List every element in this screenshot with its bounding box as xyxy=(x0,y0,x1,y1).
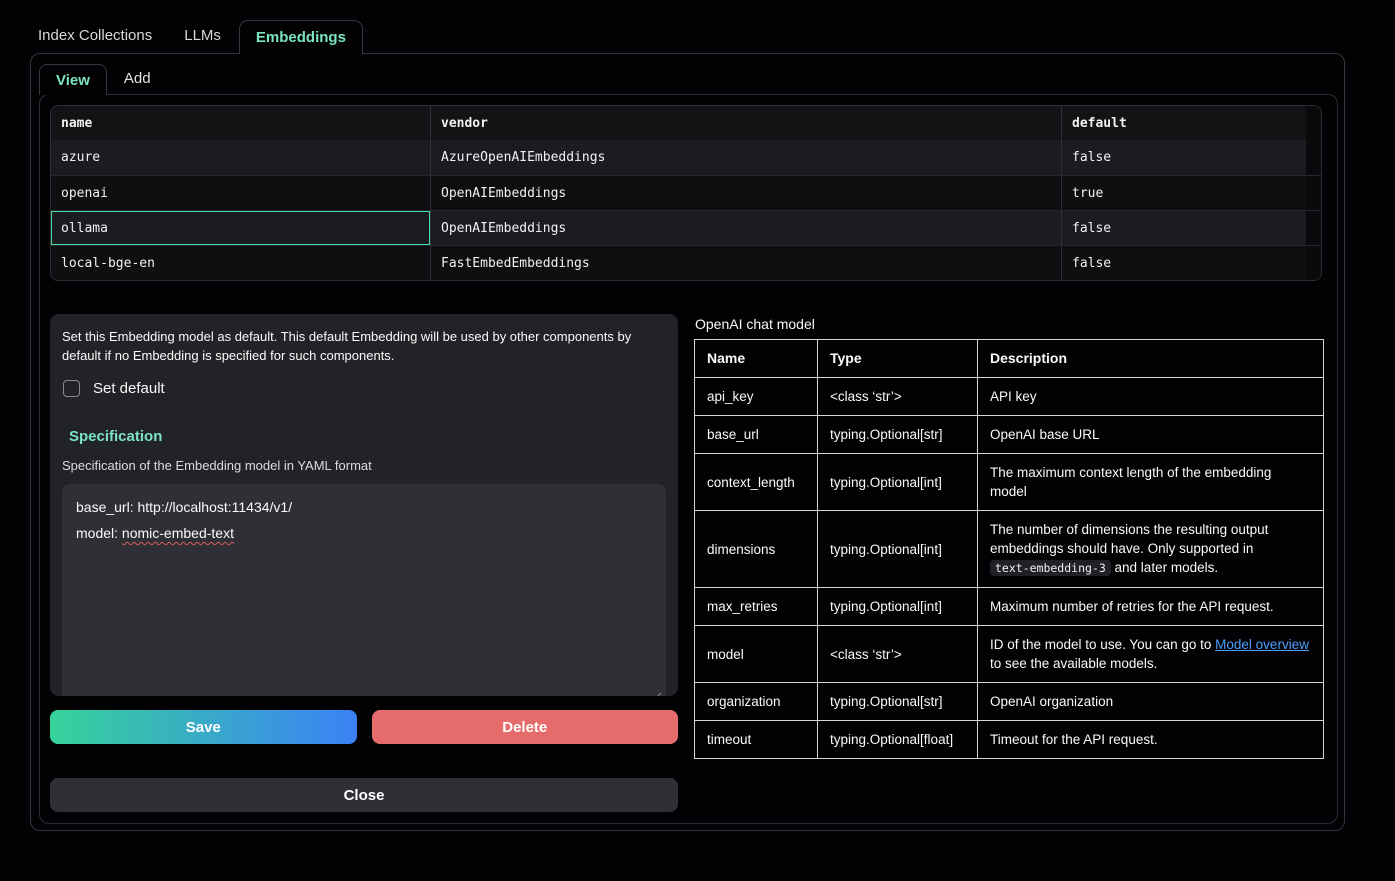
schema-table-body: api_key<class ‘str’>API keybase_urltypin… xyxy=(695,378,1324,759)
table-row[interactable]: local-bge-enFastEmbedEmbeddingsfalse xyxy=(51,245,1321,280)
sub-tab-bar: View Add xyxy=(31,54,1344,94)
column-header-name[interactable]: name xyxy=(51,106,431,140)
scroll-gutter xyxy=(1306,140,1321,175)
param-name: context_length xyxy=(695,454,818,511)
cell-name[interactable]: azure xyxy=(51,140,431,175)
param-description: API key xyxy=(978,378,1324,416)
param-type: typing.Optional[int] xyxy=(818,454,978,511)
cell-default[interactable]: false xyxy=(1062,246,1306,280)
cell-default[interactable]: false xyxy=(1062,211,1306,245)
cell-vendor[interactable]: OpenAIEmbeddings xyxy=(431,211,1062,245)
specification-heading: Specification xyxy=(69,428,666,445)
param-name: organization xyxy=(695,683,818,721)
embeddings-table-body: azureAzureOpenAIEmbeddingsfalseopenaiOpe… xyxy=(51,140,1321,280)
detail-column: Set this Embedding model as default. Thi… xyxy=(50,314,678,812)
save-button[interactable]: Save xyxy=(50,710,357,744)
param-name: dimensions xyxy=(695,511,818,588)
column-header-vendor[interactable]: vendor xyxy=(431,106,1062,140)
scroll-gutter xyxy=(1306,211,1321,245)
param-name: timeout xyxy=(695,721,818,759)
schema-row: organizationtyping.Optional[str]OpenAI o… xyxy=(695,683,1324,721)
yaml-line: model: nomic-embed-text xyxy=(76,520,652,546)
yaml-line: base_url: http://localhost:11434/v1/ xyxy=(76,494,652,520)
schema-header-row: NameTypeDescription xyxy=(695,340,1324,378)
inline-code: text-embedding-3 xyxy=(990,560,1111,576)
param-description: The number of dimensions the resulting o… xyxy=(978,511,1324,588)
cell-vendor[interactable]: OpenAIEmbeddings xyxy=(431,176,1062,210)
schema-column-header: Name xyxy=(695,340,818,378)
delete-button[interactable]: Delete xyxy=(372,710,679,744)
param-type: typing.Optional[float] xyxy=(818,721,978,759)
cell-name[interactable]: local-bge-en xyxy=(51,246,431,280)
schema-row: context_lengthtyping.Optional[int]The ma… xyxy=(695,454,1324,511)
scroll-gutter xyxy=(1306,106,1321,140)
tab-llms[interactable]: LLMs xyxy=(184,19,221,53)
set-default-row: Set default xyxy=(63,380,666,397)
schema-row: max_retriestyping.Optional[int]Maximum n… xyxy=(695,588,1324,626)
param-type: typing.Optional[int] xyxy=(818,511,978,588)
param-type: typing.Optional[str] xyxy=(818,683,978,721)
schema-title: OpenAI chat model xyxy=(695,316,1324,332)
param-type: <class ‘str’> xyxy=(818,626,978,683)
cell-vendor[interactable]: FastEmbedEmbeddings xyxy=(431,246,1062,280)
column-header-default[interactable]: default xyxy=(1062,106,1306,140)
schema-row: timeouttyping.Optional[float]Timeout for… xyxy=(695,721,1324,759)
view-tab-content: namevendordefault azureAzureOpenAIEmbedd… xyxy=(39,94,1338,824)
tab-add[interactable]: Add xyxy=(124,63,151,94)
scroll-gutter xyxy=(1306,246,1321,280)
table-row[interactable]: ollamaOpenAIEmbeddingsfalse xyxy=(51,210,1321,245)
tab-view[interactable]: View xyxy=(39,64,107,95)
schema-column-header: Type xyxy=(818,340,978,378)
cell-default[interactable]: false xyxy=(1062,140,1306,175)
param-description: ID of the model to use. You can go to Mo… xyxy=(978,626,1324,683)
param-name: api_key xyxy=(695,378,818,416)
set-default-checkbox[interactable] xyxy=(63,380,80,397)
close-button[interactable]: Close xyxy=(50,778,678,812)
cell-vendor[interactable]: AzureOpenAIEmbeddings xyxy=(431,140,1062,175)
default-spec-panel: Set this Embedding model as default. Thi… xyxy=(50,314,678,696)
schema-row: model<class ‘str’>ID of the model to use… xyxy=(695,626,1324,683)
misspelled-word: nomic-embed-text xyxy=(122,525,234,541)
param-name: max_retries xyxy=(695,588,818,626)
schema-column-header: Description xyxy=(978,340,1324,378)
resize-handle-icon[interactable] xyxy=(653,692,662,696)
table-row[interactable]: azureAzureOpenAIEmbeddingsfalse xyxy=(51,140,1321,175)
param-description: OpenAI base URL xyxy=(978,416,1324,454)
param-type: typing.Optional[str] xyxy=(818,416,978,454)
schema-column: OpenAI chat model NameTypeDescription ap… xyxy=(694,314,1324,812)
param-type: <class ‘str’> xyxy=(818,378,978,416)
param-name: model xyxy=(695,626,818,683)
spec-yaml-textarea[interactable]: base_url: http://localhost:11434/v1/mode… xyxy=(62,484,666,696)
param-description: Maximum number of retries for the API re… xyxy=(978,588,1324,626)
tab-index-collections[interactable]: Index Collections xyxy=(38,19,152,53)
cell-default[interactable]: true xyxy=(1062,176,1306,210)
embeddings-table-header: namevendordefault xyxy=(51,106,1321,140)
param-description: The maximum context length of the embedd… xyxy=(978,454,1324,511)
tab-embeddings[interactable]: Embeddings xyxy=(239,20,363,54)
action-buttons: Save Delete xyxy=(50,710,678,744)
embeddings-dataframe: namevendordefault azureAzureOpenAIEmbedd… xyxy=(50,105,1322,281)
main-tab-bar: Index Collections LLMs Embeddings xyxy=(0,0,1395,53)
schema-row: api_key<class ‘str’>API key xyxy=(695,378,1324,416)
default-description: Set this Embedding model as default. Thi… xyxy=(62,327,666,365)
param-type: typing.Optional[int] xyxy=(818,588,978,626)
table-row[interactable]: openaiOpenAIEmbeddingstrue xyxy=(51,175,1321,210)
cell-name[interactable]: openai xyxy=(51,176,431,210)
param-description: OpenAI organization xyxy=(978,683,1324,721)
cell-name[interactable]: ollama xyxy=(51,211,431,245)
param-description: Timeout for the API request. xyxy=(978,721,1324,759)
set-default-label[interactable]: Set default xyxy=(93,380,165,397)
scroll-gutter xyxy=(1306,176,1321,210)
schema-table: NameTypeDescription api_key<class ‘str’>… xyxy=(694,339,1324,759)
model-overview-link[interactable]: Model overview xyxy=(1215,637,1309,652)
schema-row: base_urltyping.Optional[str]OpenAI base … xyxy=(695,416,1324,454)
embeddings-tab-panel: View Add namevendordefault azureAzureOpe… xyxy=(30,53,1345,831)
param-name: base_url xyxy=(695,416,818,454)
schema-row: dimensionstyping.Optional[int]The number… xyxy=(695,511,1324,588)
specification-caption: Specification of the Embedding model in … xyxy=(62,458,666,473)
